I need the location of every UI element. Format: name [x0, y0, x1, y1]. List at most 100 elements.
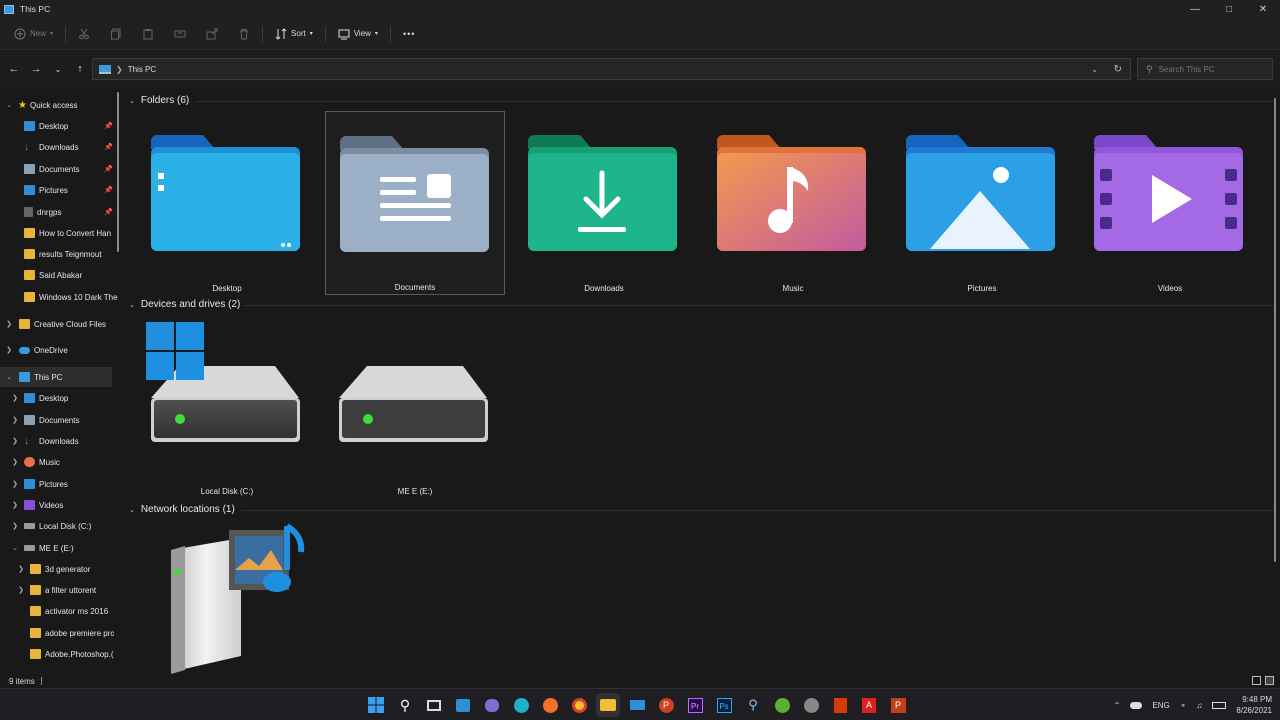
sidebar-item-adobe-photoshop[interactable]: Adobe.Photoshop.(: [30, 644, 114, 664]
breadcrumb[interactable]: This PC: [128, 65, 156, 74]
sidebar-item-quick-access[interactable]: ⌄ ★ Quick access: [0, 95, 77, 115]
sidebar-item-pc-me-e[interactable]: ⌄ ME E (E:): [10, 538, 74, 558]
folder-tile-pictures[interactable]: Pictures: [892, 111, 1072, 295]
delete-button[interactable]: [232, 22, 256, 46]
mail-button[interactable]: [625, 693, 649, 717]
sidebar-item-pc-documents[interactable]: ❯ Documents: [10, 410, 79, 430]
back-button[interactable]: ←: [3, 58, 25, 80]
sidebar-item-documents[interactable]: Documents: [24, 159, 79, 179]
network-group-header[interactable]: ⌄ Network locations (1): [129, 504, 235, 515]
wifi-icon[interactable]: ⚬: [1180, 701, 1187, 710]
chevron-right-icon[interactable]: ❯: [10, 416, 20, 424]
sidebar-item-activator[interactable]: activator ms 2016: [30, 601, 108, 621]
search-taskbar-button[interactable]: ⚲: [393, 693, 417, 717]
chevron-down-icon[interactable]: ⌄: [4, 101, 14, 109]
sidebar-item-pc-pictures[interactable]: ❯ Pictures: [10, 474, 68, 494]
premiere-button[interactable]: Pr: [683, 693, 707, 717]
sidebar-item-dnrgps[interactable]: dnrgps: [24, 202, 61, 222]
sidebar-item-3d-generator[interactable]: ❯ 3d generator: [16, 559, 90, 579]
file-explorer-button[interactable]: [596, 693, 620, 717]
battery-icon[interactable]: [1212, 701, 1227, 709]
widgets-button[interactable]: [451, 693, 475, 717]
sidebar-item-a-filter[interactable]: ❯ a filter uttorent: [16, 580, 96, 600]
address-dropdown-icon[interactable]: ⌄: [1091, 65, 1098, 74]
search-box[interactable]: ⚲: [1137, 58, 1273, 80]
more-options-button[interactable]: •••: [397, 22, 421, 46]
up-button[interactable]: ↑: [69, 58, 91, 80]
firefox-button[interactable]: [538, 693, 562, 717]
chevron-down-icon[interactable]: ⌄: [10, 544, 20, 552]
app-p-button[interactable]: P: [654, 693, 678, 717]
recent-locations-button[interactable]: ⌄: [47, 58, 69, 80]
magnifier-button[interactable]: ⚲: [741, 693, 765, 717]
chevron-right-icon[interactable]: ❯: [4, 320, 14, 328]
start-button[interactable]: [364, 693, 388, 717]
sidebar-item-desktop[interactable]: Desktop: [24, 116, 68, 136]
close-button[interactable]: ✕: [1246, 0, 1280, 18]
sidebar-item-pc-local-disk[interactable]: ❯ Local Disk (C:): [10, 516, 91, 536]
network-location-tile[interactable]: [165, 520, 315, 675]
chevron-right-icon[interactable]: ❯: [10, 394, 20, 402]
chrome-button[interactable]: [567, 693, 591, 717]
task-view-button[interactable]: [422, 693, 446, 717]
clock[interactable]: 9:48 PM 8/26/2021: [1236, 694, 1272, 716]
chevron-right-icon[interactable]: ❯: [10, 522, 20, 530]
drives-group-header[interactable]: ⌄ Devices and drives (2): [129, 299, 240, 310]
address-bar[interactable]: ❯ This PC ⌄ ↻: [92, 58, 1131, 80]
teams-chat-button[interactable]: [480, 693, 504, 717]
folder-tile-documents[interactable]: Documents: [325, 111, 505, 295]
sidebar-item-how-to-convert[interactable]: How to Convert Han: [24, 223, 111, 243]
folder-tile-downloads[interactable]: Downloads: [514, 111, 694, 295]
forward-button[interactable]: →: [25, 58, 47, 80]
refresh-icon[interactable]: ↻: [1114, 64, 1122, 75]
sidebar-item-downloads[interactable]: ↓ Downloads: [24, 137, 79, 157]
chevron-right-icon[interactable]: ❯: [16, 586, 26, 594]
qgis-button[interactable]: [770, 693, 794, 717]
search-input[interactable]: [1158, 64, 1259, 74]
office-button[interactable]: [828, 693, 852, 717]
sidebar-item-windows-10-dark[interactable]: Windows 10 Dark The: [24, 287, 118, 307]
maximize-button[interactable]: □: [1212, 0, 1246, 18]
powerpoint-button[interactable]: P: [886, 693, 910, 717]
content-scrollbar[interactable]: [1274, 98, 1276, 562]
volume-icon[interactable]: ♫: [1196, 701, 1202, 710]
minimize-button[interactable]: —: [1178, 0, 1212, 18]
folders-group-header[interactable]: ⌄ Folders (6): [129, 95, 189, 106]
cloud-icon[interactable]: [1130, 701, 1143, 709]
sidebar-item-creative-cloud[interactable]: ❯ Creative Cloud Files: [0, 314, 106, 334]
sidebar-item-said-abakar[interactable]: Said Abakar: [24, 265, 82, 285]
app-globe-button[interactable]: [799, 693, 823, 717]
sidebar-item-pictures[interactable]: Pictures: [24, 180, 68, 200]
sidebar-scrollbar[interactable]: [117, 92, 119, 252]
sidebar-item-results[interactable]: results Teignmout: [24, 244, 102, 264]
cut-button[interactable]: [72, 22, 96, 46]
copy-button[interactable]: [104, 22, 128, 46]
sort-button[interactable]: Sort ▾: [269, 22, 319, 46]
chevron-right-icon[interactable]: ❯: [10, 480, 20, 488]
view-button[interactable]: View ▾: [332, 22, 384, 46]
folder-tile-music[interactable]: Music: [703, 111, 883, 295]
sidebar-item-pc-videos[interactable]: ❯ Videos: [10, 495, 63, 515]
edge-button[interactable]: [509, 693, 533, 717]
large-icons-view-button[interactable]: [1265, 676, 1274, 685]
drive-tile-me-e[interactable]: ME E (E:): [325, 314, 505, 498]
new-button[interactable]: New ▾: [8, 22, 59, 46]
rename-button[interactable]: [168, 22, 192, 46]
folder-tile-videos[interactable]: Videos: [1080, 111, 1260, 295]
details-view-button[interactable]: [1252, 676, 1261, 685]
chevron-right-icon[interactable]: ❯: [10, 458, 20, 466]
chevron-down-icon[interactable]: ⌄: [4, 373, 14, 381]
share-button[interactable]: [200, 22, 224, 46]
sidebar-item-this-pc[interactable]: ⌄ This PC: [0, 367, 112, 387]
chevron-right-icon[interactable]: ❯: [16, 565, 26, 573]
sidebar-item-pc-downloads[interactable]: ❯ ↓ Downloads: [10, 431, 79, 451]
sidebar-item-pc-desktop[interactable]: ❯ Desktop: [10, 388, 68, 408]
sidebar-item-pc-music[interactable]: ❯ Music: [10, 452, 60, 472]
folder-tile-desktop[interactable]: Desktop: [137, 111, 317, 295]
paste-button[interactable]: [136, 22, 160, 46]
chevron-right-icon[interactable]: ❯: [10, 437, 20, 445]
chevron-right-icon[interactable]: ❯: [10, 501, 20, 509]
language-indicator[interactable]: ENG: [1152, 701, 1169, 710]
chevron-right-icon[interactable]: ❯: [4, 346, 14, 354]
drive-tile-local-disk-c[interactable]: Local Disk (C:): [137, 314, 317, 498]
